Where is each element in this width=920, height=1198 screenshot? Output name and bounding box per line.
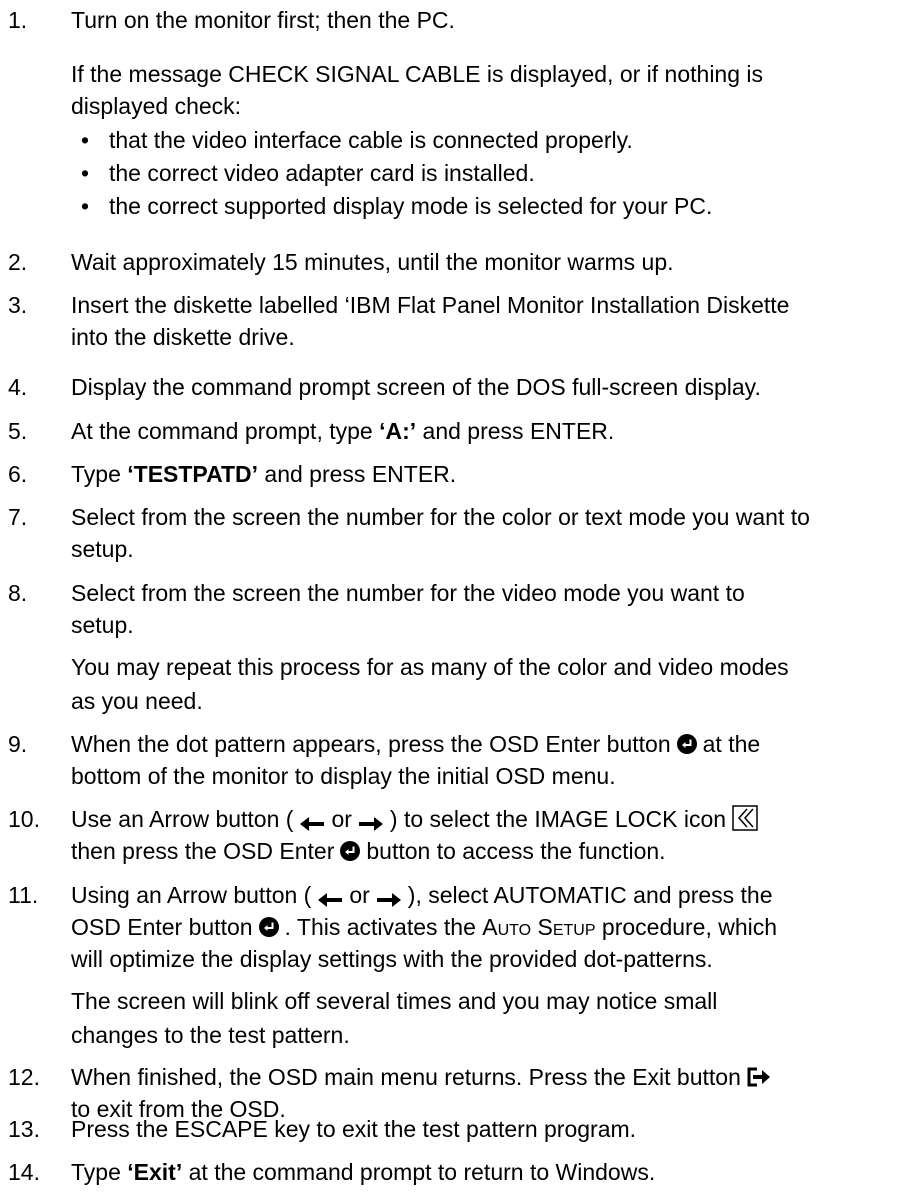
left-arrow-icon [317, 887, 343, 907]
step-number: 4. [8, 374, 28, 400]
step-number: 10. [8, 806, 40, 832]
step-text: Wait approximately 15 minutes, until the… [71, 249, 674, 275]
enter-button-icon [340, 840, 361, 861]
step-text: Turn on the monitor first; then the PC. [71, 7, 455, 33]
step-number: 11. [8, 882, 39, 908]
text-run: Use an Arrow button ( [71, 806, 294, 832]
step-text: bottom of the monitor to display the ini… [71, 763, 616, 789]
text-run: When finished, the OSD main menu returns… [71, 1064, 741, 1090]
step-text: Select from the screen the number for th… [71, 580, 745, 606]
step-text: Type ‘Exit’ at the command prompt to ret… [71, 1159, 655, 1186]
text-run: ) to select the IMAGE LOCK icon [389, 806, 727, 832]
step-number: 8. [8, 580, 28, 606]
step-text: Using an Arrow button ( or ), select AUTOM… [71, 882, 773, 909]
step-text: When the dot pattern appears, press the … [71, 731, 760, 758]
step-text: OSD Enter button . This activates the Aut… [71, 914, 777, 941]
text-run: button to access the function. [366, 838, 666, 864]
enter-button-icon [258, 916, 279, 937]
step-text: At the command prompt, type ‘A:’ and pre… [71, 418, 614, 445]
text-run: Type [71, 461, 128, 487]
step-number: 2. [8, 249, 28, 275]
step-text: will optimize the display settings with … [71, 946, 713, 972]
text-run: ), select AUTOMATIC and press the [407, 882, 773, 908]
command-text: ‘TESTPATD’ [127, 461, 259, 487]
text-run: . This activates the [284, 914, 483, 940]
text-run: then press the OSD Enter [71, 838, 335, 864]
text-run: OSD Enter button [71, 914, 253, 940]
bullet-item: that the video interface cable is connec… [109, 127, 633, 153]
text-run: and press ENTER. [416, 418, 615, 444]
step-text: setup. [71, 612, 134, 638]
step-text: then press the OSD Enter button to access… [71, 838, 666, 865]
exit-button-icon [747, 1065, 771, 1089]
left-arrow-icon [299, 811, 325, 831]
command-text: ‘A:’ [379, 418, 417, 444]
step-text: Display the command prompt screen of the… [71, 374, 761, 400]
paragraph-line: You may repeat this process for as many … [71, 654, 789, 680]
enter-button-icon [676, 733, 697, 754]
text-run: Using an Arrow button ( [71, 882, 312, 908]
document-page: 1. Turn on the monitor first; then the P… [0, 0, 920, 1198]
step-number: 3. [8, 292, 28, 318]
step-number: 14. [8, 1159, 40, 1185]
command-text: ‘Exit’ [127, 1159, 183, 1185]
step-text: Select from the screen the number for th… [71, 504, 810, 530]
text-run: or [349, 882, 370, 908]
text-run: procedure, which [595, 914, 778, 940]
step-number: 9. [8, 731, 28, 757]
step-number: 13. [8, 1116, 40, 1142]
text-run: and press ENTER. [258, 461, 457, 487]
bullet-marker: • [81, 160, 90, 186]
bullet-marker: • [81, 193, 90, 219]
image-lock-icon [732, 805, 758, 831]
text-run: at the command prompt to return to Windo… [182, 1159, 656, 1185]
bullet-item: the correct supported display mode is se… [109, 193, 713, 219]
step-text: Use an Arrow button ( or ) to select the I… [71, 805, 758, 834]
step-text: setup. [71, 536, 134, 562]
paragraph-line: The screen will blink off several times … [71, 988, 718, 1014]
right-arrow-icon [358, 811, 384, 831]
text-run: Type [71, 1159, 128, 1185]
step-number: 5. [8, 418, 28, 444]
paragraph-line: If the message CHECK SIGNAL CABLE is dis… [71, 61, 764, 87]
paragraph-line: as you need. [71, 688, 203, 714]
step-text: When finished, the OSD main menu returns… [71, 1064, 771, 1091]
text-run: at the [702, 731, 761, 757]
step-text: Press the ESCAPE key to exit the test pa… [71, 1116, 637, 1142]
text-run: When the dot pattern appears, press the … [71, 731, 671, 757]
text-run: or [331, 806, 352, 832]
text-run: At the command prompt, type [71, 418, 380, 444]
bullet-marker: • [81, 127, 90, 153]
step-text: Insert the diskette labelled ‘IBM Flat P… [71, 292, 790, 318]
step-text: into the diskette drive. [71, 324, 295, 350]
step-number: 1. [8, 7, 28, 33]
paragraph-line: changes to the test pattern. [71, 1022, 350, 1048]
auto-setup-label: Auto Setup [482, 914, 596, 940]
step-number: 12. [8, 1064, 40, 1090]
right-arrow-icon [376, 887, 402, 907]
step-text: Type ‘TESTPATD’ and press ENTER. [71, 461, 456, 488]
step-number: 6. [8, 461, 28, 487]
paragraph-line: displayed check: [71, 93, 242, 119]
step-number: 7. [8, 504, 28, 530]
bullet-item: the correct video adapter card is instal… [109, 160, 535, 186]
